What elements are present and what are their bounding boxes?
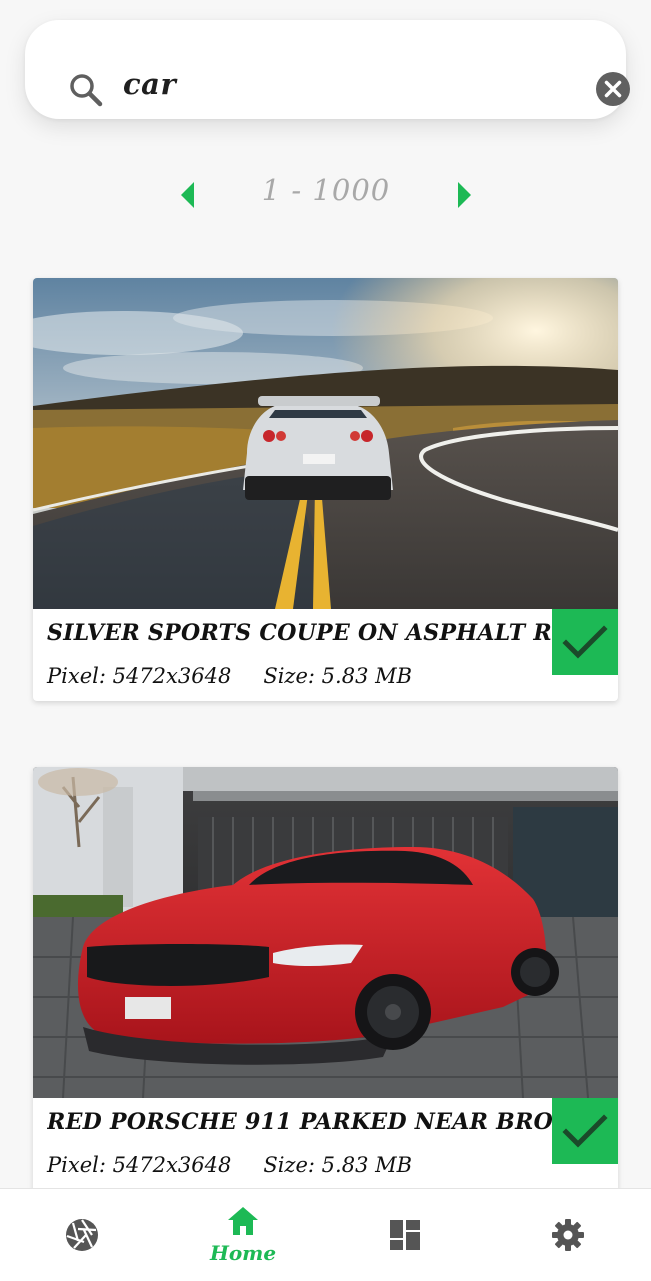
pixel-dimensions: Pixel: 5472x3648 — [47, 664, 232, 688]
gear-icon — [552, 1219, 584, 1251]
next-page-icon[interactable] — [456, 180, 474, 210]
nav-label-home: Home — [209, 1241, 277, 1265]
file-size: Size: 5.83 MB — [263, 664, 413, 688]
pixel-dimensions: Pixel: 5472x3648 — [47, 1153, 232, 1177]
nav-item-dashboard[interactable] — [346, 1189, 466, 1281]
card-title: RED PORSCHE 911 PARKED NEAR BROWN B — [47, 1109, 607, 1135]
previous-page-icon[interactable] — [178, 180, 196, 210]
home-icon — [228, 1207, 258, 1235]
nav-item-aperture[interactable] — [22, 1189, 142, 1281]
page-range: 1 - 1000 — [261, 173, 391, 207]
car-photo[interactable] — [33, 278, 618, 609]
clear-search-icon[interactable] — [596, 72, 630, 106]
select-checkbox[interactable] — [552, 1098, 618, 1164]
checkmark-icon — [562, 1114, 608, 1148]
checkmark-icon — [562, 625, 608, 659]
search-bar[interactable]: car — [25, 20, 630, 119]
car-photo[interactable] — [33, 767, 618, 1098]
search-icon — [70, 74, 103, 107]
result-card[interactable]: SILVER SPORTS COUPE ON ASPHALT ROAD Pixe… — [33, 278, 618, 701]
nav-item-settings[interactable] — [508, 1189, 628, 1281]
nav-item-home[interactable]: Home — [183, 1189, 303, 1281]
dashboard-icon — [390, 1220, 420, 1250]
card-title: SILVER SPORTS COUPE ON ASPHALT ROAD — [47, 620, 607, 646]
bottom-navigation: Home — [0, 1188, 651, 1281]
result-card[interactable]: RED PORSCHE 911 PARKED NEAR BROWN B Pixe… — [33, 767, 618, 1197]
aperture-icon — [66, 1219, 98, 1251]
file-size: Size: 5.83 MB — [263, 1153, 413, 1177]
card-meta: Pixel: 5472x3648 Size: 5.83 MB — [47, 1153, 412, 1177]
pagination: 1 - 1000 — [0, 165, 651, 225]
search-input[interactable]: car — [123, 67, 176, 101]
select-checkbox[interactable] — [552, 609, 618, 675]
card-meta: Pixel: 5472x3648 Size: 5.83 MB — [47, 664, 412, 688]
